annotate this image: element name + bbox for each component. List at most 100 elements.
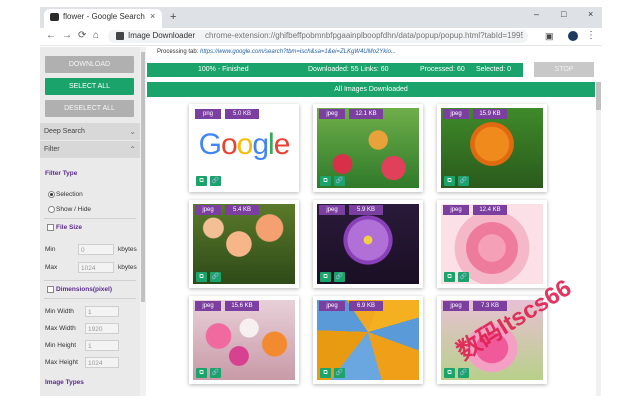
image-size-tag: 15.6 KB	[225, 301, 259, 311]
image-type-tag: jpeg	[195, 301, 221, 311]
filter-type-label: Filter Type	[45, 170, 78, 177]
image-thumbnail[interactable]	[193, 204, 295, 284]
download-button[interactable]: DOWNLOAD	[45, 56, 134, 73]
max-size-label: Max	[45, 264, 58, 271]
image-type-tag: jpeg	[319, 109, 345, 119]
copy-icon[interactable]: ⧉	[320, 368, 331, 378]
radio-show-hide[interactable]	[48, 206, 55, 213]
chevron-down-icon: ⌄	[129, 127, 136, 136]
copy-icon[interactable]: ⧉	[320, 272, 331, 282]
link-icon[interactable]: 🔗	[458, 368, 469, 378]
file-size-label: File Size	[56, 224, 83, 231]
stop-button[interactable]: STOP	[534, 62, 594, 77]
radio-selection[interactable]	[48, 191, 55, 198]
image-card[interactable]: jpeg 5.4 KB ⧉ 🔗	[189, 200, 299, 288]
file-size-checkbox[interactable]	[47, 224, 54, 231]
processing-url-link[interactable]: https://www.google.com/search?tbm=isch&s…	[200, 49, 396, 55]
copy-icon[interactable]: ⧉	[196, 176, 207, 186]
back-icon[interactable]: ←	[46, 30, 56, 41]
min-width-label: Min Width	[45, 308, 74, 315]
copy-icon[interactable]: ⧉	[196, 368, 207, 378]
progress-text: 100% - Finished	[198, 66, 249, 73]
kebab-menu-icon[interactable]: ⋮	[586, 30, 596, 41]
image-type-tag: png	[195, 109, 221, 119]
image-card[interactable]: Google png 5.0 KB ⧉ 🔗	[189, 104, 299, 192]
tab-title: flower - Google Search	[63, 12, 145, 21]
image-type-tag: jpeg	[443, 301, 469, 311]
link-icon[interactable]: 🔗	[210, 272, 221, 282]
reload-icon[interactable]: ⟳	[78, 30, 86, 41]
window-close-icon[interactable]: ×	[588, 9, 593, 19]
main-scrollbar[interactable]	[596, 82, 601, 396]
max-size-input[interactable]: 1024	[78, 262, 114, 273]
image-thumbnail[interactable]	[441, 204, 543, 284]
copy-icon[interactable]: ⧉	[444, 176, 455, 186]
link-icon[interactable]: 🔗	[458, 176, 469, 186]
image-size-tag: 6.9 KB	[349, 301, 383, 311]
min-size-input[interactable]: 0	[78, 244, 114, 255]
link-icon[interactable]: 🔗	[334, 368, 345, 378]
extension-name: Image Downloader	[128, 31, 196, 40]
url-text[interactable]: chrome-extension://ghifbeffpobmnbfpgaain…	[205, 31, 523, 40]
select-all-button[interactable]: SELECT ALL	[45, 78, 134, 95]
image-card[interactable]: jpeg 12.1 KB ⧉ 🔗	[313, 104, 423, 192]
google-logo: Google	[198, 128, 291, 161]
max-height-label: Max Height	[45, 359, 78, 366]
home-icon[interactable]: ⌂	[93, 30, 99, 41]
tab-close-icon[interactable]: ×	[150, 11, 155, 21]
sidebar-scrollbar-thumb[interactable]	[141, 52, 145, 302]
image-size-tag: 15.9 KB	[473, 109, 507, 119]
image-card[interactable]: jpeg 5.9 KB ⧉ 🔗	[313, 200, 423, 288]
filter-header[interactable]: Filter ⌃	[40, 141, 140, 158]
link-icon[interactable]: 🔗	[458, 272, 469, 282]
deselect-all-button[interactable]: DESELECT ALL	[45, 100, 134, 117]
max-height-input[interactable]: 1024	[85, 357, 119, 368]
profile-avatar[interactable]	[568, 31, 578, 41]
tab-favicon-icon	[50, 13, 59, 21]
extension-icon	[116, 32, 124, 40]
image-thumbnail[interactable]: Google	[193, 108, 295, 188]
maximize-icon[interactable]: □	[561, 9, 566, 19]
copy-icon[interactable]: ⧉	[196, 272, 207, 282]
link-icon[interactable]: 🔗	[210, 176, 221, 186]
image-card[interactable]: jpeg 15.6 KB ⧉ 🔗	[189, 296, 299, 384]
copy-icon[interactable]: ⧉	[320, 176, 331, 186]
image-thumbnail[interactable]	[317, 204, 419, 284]
dimensions-checkbox[interactable]	[47, 286, 54, 293]
image-thumbnail[interactable]	[193, 300, 295, 380]
puzzle-extension-icon[interactable]: ▣	[545, 31, 554, 42]
link-icon[interactable]: 🔗	[334, 176, 345, 186]
image-type-tag: jpeg	[443, 205, 469, 215]
image-size-tag: 12.4 KB	[473, 205, 507, 215]
image-size-tag: 5.4 KB	[225, 205, 259, 215]
forward-icon[interactable]: →	[62, 30, 72, 41]
link-icon[interactable]: 🔗	[334, 272, 345, 282]
copy-icon[interactable]: ⧉	[444, 272, 455, 282]
image-size-tag: 5.9 KB	[349, 205, 383, 215]
min-width-input[interactable]: 1	[85, 306, 119, 317]
new-tab-button[interactable]: +	[170, 11, 176, 23]
divider	[44, 218, 136, 219]
copy-icon[interactable]: ⧉	[444, 368, 455, 378]
main-scrollbar-thumb[interactable]	[596, 82, 601, 110]
selected-text: Selected: 0	[476, 66, 512, 73]
max-width-input[interactable]: 1920	[85, 323, 119, 334]
image-card[interactable]: jpeg 12.4 KB ⧉ 🔗	[437, 200, 547, 288]
radio-show-hide-label: Show / Hide	[56, 206, 92, 213]
image-card[interactable]: jpeg 6.9 KB ⧉ 🔗	[313, 296, 423, 384]
image-type-tag: jpeg	[319, 301, 345, 311]
dimensions-label: Dimensions(pixel)	[56, 286, 112, 293]
min-height-input[interactable]: 1	[85, 340, 119, 351]
chevron-up-icon: ⌃	[129, 145, 136, 154]
link-icon[interactable]: 🔗	[210, 368, 221, 378]
image-thumbnail[interactable]	[441, 108, 543, 188]
min-height-label: Min Height	[45, 342, 77, 349]
minimize-icon[interactable]: –	[534, 9, 539, 19]
image-thumbnail[interactable]	[317, 108, 419, 188]
min-size-label: Min	[45, 246, 56, 253]
image-size-tag: 5.0 KB	[225, 109, 259, 119]
deep-search-header[interactable]: Deep Search ⌄	[40, 123, 140, 140]
image-card[interactable]: jpeg 15.9 KB ⧉ 🔗	[437, 104, 547, 192]
image-thumbnail[interactable]	[317, 300, 419, 380]
divider	[44, 280, 136, 281]
